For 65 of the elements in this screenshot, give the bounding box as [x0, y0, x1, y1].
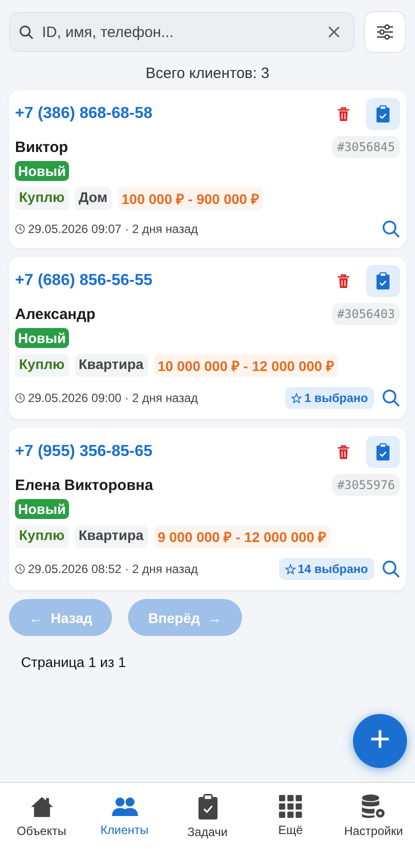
search-field[interactable]: ID, имя, телефон... — [9, 12, 355, 52]
database-gear-icon — [361, 794, 386, 819]
created-date: 29.05.2026 09:00 · 2 дня назад — [28, 391, 198, 405]
client-id: #3055976 — [332, 474, 400, 496]
nav-tab[interactable]: Объекты — [0, 783, 83, 849]
deal-tag: Куплю — [15, 525, 69, 548]
deal-tag: Куплю — [15, 187, 69, 210]
clipboard-icon — [376, 272, 390, 290]
price-range-tag: 9 000 000 ₽ - 12 000 000 ₽ — [154, 525, 330, 548]
client-name: Виктор — [15, 138, 68, 156]
task-button[interactable] — [366, 98, 400, 130]
price-range-tag: 10 000 000 ₽ - 12 000 000 ₽ — [154, 354, 338, 377]
phone-link[interactable]: +7 (955) 356-85-65 — [15, 443, 152, 461]
created-date: 29.05.2026 09:07 · 2 дня назад — [28, 222, 198, 236]
client-card[interactable]: +7 (955) 356-85-65 Елена Викторовна #3055976 Новый Куплю Квартира 9 000 000 ₽ - 12 000 000 ₽ 29.05.2026 08:52 · 2 дня назад 14 выбрано — [9, 428, 406, 590]
nav-tab[interactable]: Задачи — [166, 783, 249, 849]
phone-link[interactable]: +7 (386) 868-68-58 — [15, 105, 152, 123]
clipboard-icon — [376, 105, 390, 123]
trash-icon[interactable] — [337, 106, 350, 122]
task-button[interactable] — [366, 265, 400, 297]
star-icon — [291, 392, 302, 404]
client-name: Елена Викторовна — [15, 476, 154, 494]
trash-icon[interactable] — [337, 444, 350, 460]
client-count: Всего клиентов: 3 — [144, 65, 270, 82]
clipboard-icon — [198, 794, 218, 820]
star-icon — [284, 564, 296, 574]
clock-icon — [15, 224, 25, 234]
property-type-tag: Квартира — [74, 354, 148, 377]
status-badge: Новый — [15, 499, 69, 519]
client-card[interactable]: +7 (686) 856-56-55 Александр #3056403 Новый Куплю Квартира 10 000 000 ₽ - 12 000 000 ₽ 29.05.2026 09:00 · 2 дня назад 1 выбрано — [9, 257, 406, 419]
page-indicator: Страница 1 из 1 — [21, 654, 127, 670]
clock-icon — [15, 393, 25, 403]
deal-tag: Куплю — [15, 354, 69, 377]
client-id: #3056403 — [332, 303, 400, 325]
search-icon[interactable] — [382, 389, 400, 407]
clock-icon — [15, 564, 25, 574]
task-button[interactable] — [366, 436, 400, 468]
created-date: 29.05.2026 08:52 · 2 дня назад — [28, 562, 198, 576]
people-icon — [112, 796, 138, 818]
add-button[interactable]: + — [353, 714, 407, 768]
trash-icon[interactable] — [337, 274, 350, 288]
search-input[interactable]: ID, имя, телефон... — [40, 22, 322, 42]
search-icon — [19, 24, 34, 40]
favorites-badge[interactable]: 1 выбрано — [285, 387, 374, 409]
client-id: #3056845 — [332, 136, 400, 158]
nav-tab[interactable]: Клиенты — [83, 783, 166, 849]
favorites-badge[interactable]: 14 выбрано — [278, 558, 374, 580]
client-card[interactable]: +7 (386) 868-68-58 Виктор #3056845 Новый Куплю Дом 100 000 ₽ - 900 000 ₽ 29.05.2026 09:07 · 2 дня назад — [9, 90, 406, 248]
phone-link[interactable]: +7 (686) 856-56-55 — [15, 272, 152, 290]
clear-icon[interactable] — [328, 26, 340, 38]
price-range-tag: 100 000 ₽ - 900 000 ₽ — [118, 187, 263, 210]
search-icon[interactable] — [382, 220, 400, 238]
nav-tab[interactable]: Ещё — [249, 783, 332, 849]
property-type-tag: Квартира — [74, 525, 148, 548]
nav-tab[interactable]: Настройки — [332, 783, 415, 849]
property-type-tag: Дом — [74, 187, 112, 210]
clipboard-icon — [376, 443, 390, 461]
status-badge: Новый — [15, 161, 69, 181]
search-icon[interactable] — [382, 560, 400, 578]
client-name: Александр — [15, 306, 96, 322]
grid-icon — [279, 795, 302, 818]
status-badge: Новый — [15, 328, 69, 348]
house-icon — [30, 794, 54, 818]
sliders-icon — [376, 24, 394, 40]
filter-button[interactable] — [364, 11, 406, 53]
